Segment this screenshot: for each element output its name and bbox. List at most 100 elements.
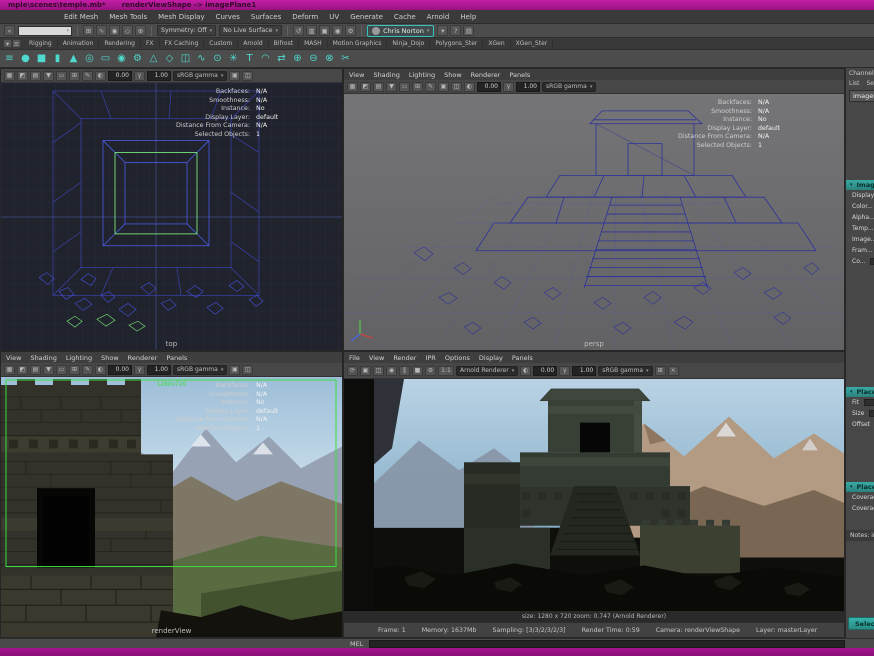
grease-pencil-icon[interactable]: ✎ <box>425 81 436 92</box>
panel-menu-item[interactable]: Shading <box>30 354 56 362</box>
panel-menu-item[interactable]: Show <box>101 354 119 362</box>
panel-menu-item[interactable]: Panels <box>509 71 530 79</box>
shelf-menu-icon[interactable]: ≡ <box>2 51 17 66</box>
attribute-row[interactable]: Co... <box>846 256 874 267</box>
section-header-placement[interactable]: ▾Placement <box>846 387 874 397</box>
node-tab[interactable]: imagePlane1 <box>849 90 874 102</box>
snap-curve-icon[interactable]: ∿ <box>96 25 107 36</box>
menu-item[interactable]: Surfaces <box>251 13 281 21</box>
polyCube-icon[interactable]: ■ <box>34 51 49 66</box>
shelf-tab[interactable]: Ninja_Dojo <box>387 39 431 48</box>
workspace-icon[interactable]: ▤ <box>463 25 475 36</box>
grease-pencil-icon[interactable]: ✎ <box>82 364 93 375</box>
panel-menu-item[interactable]: Shading <box>373 71 399 79</box>
attribute-row[interactable]: Fram... <box>846 245 874 256</box>
exposure-icon[interactable]: ◐ <box>464 81 475 92</box>
gamma-icon[interactable]: γ <box>134 70 145 81</box>
two-d-pan-zoom-icon[interactable]: ⊞ <box>412 81 423 92</box>
separate-icon[interactable]: ⊖ <box>306 51 321 66</box>
stop-render-icon[interactable]: ■ <box>412 365 423 376</box>
live-surface-dropdown[interactable]: No Live Surface ▾ <box>219 25 283 36</box>
gamma-field[interactable]: 1.00 <box>572 365 597 376</box>
attribute-row[interactable]: Coverage <box>846 492 874 503</box>
shelf-tab[interactable]: Animation <box>58 39 100 48</box>
exposure-field[interactable]: 0.00 <box>108 364 132 375</box>
gamma-icon[interactable]: γ <box>134 364 145 375</box>
menu-item[interactable]: Deform <box>292 13 318 21</box>
polyDisc-icon[interactable]: ◉ <box>114 51 129 66</box>
attribute-row[interactable]: Display <box>846 190 874 201</box>
attribute-row[interactable]: Size <box>846 408 874 419</box>
exposure-icon[interactable]: ◐ <box>520 365 532 376</box>
panel-menu-item[interactable]: View <box>6 354 21 362</box>
render-region-icon[interactable]: ▣ <box>360 365 371 376</box>
panel-menu-item[interactable]: Show <box>444 71 462 79</box>
multi-cut-icon[interactable]: ✂ <box>338 51 353 66</box>
snap-view-plane-icon[interactable]: ◇ <box>122 25 133 36</box>
select-button[interactable]: Select <box>848 617 874 630</box>
polyCone-icon[interactable]: ▲ <box>66 51 81 66</box>
sculpt-tool-icon[interactable]: ◠ <box>258 51 273 66</box>
attribute-value-field[interactable] <box>870 258 874 265</box>
gamma-field[interactable]: 1.00 <box>147 70 171 81</box>
panel-menu-item[interactable]: File <box>349 354 360 362</box>
resolution-gate-icon[interactable]: ◫ <box>242 70 254 81</box>
attribute-row[interactable]: Fit <box>846 397 874 408</box>
exposure-icon[interactable]: ◐ <box>95 364 106 375</box>
menu-item[interactable]: Cache <box>394 13 416 21</box>
snapshot-icon[interactable]: ◫ <box>373 365 384 376</box>
zoom-one-to-one-button[interactable]: 1:1 <box>438 365 454 376</box>
select-camera-icon[interactable]: ▦ <box>4 364 15 375</box>
shelf-tab[interactable]: Arnold <box>238 39 269 48</box>
polySuperShape-icon[interactable]: ✳ <box>226 51 241 66</box>
shelf-tab[interactable]: Custom <box>204 39 239 48</box>
camera-attributes-icon[interactable]: ▤ <box>373 81 384 92</box>
film-gate-icon[interactable]: ▣ <box>229 364 241 375</box>
redo-previous-render-icon[interactable]: ⟳ <box>347 365 358 376</box>
attribute-row[interactable]: Temp... <box>846 223 874 234</box>
rendercam-viewport-canvas[interactable]: 1280x720 Backfaces: N/A Smoothness: N/A … <box>1 377 342 637</box>
shelf-tab[interactable]: FX Caching <box>160 39 205 48</box>
attribute-row[interactable]: Image... <box>846 234 874 245</box>
panel-menu-item[interactable]: Renderer <box>128 354 158 362</box>
resolution-gate-icon[interactable]: ◫ <box>451 81 462 92</box>
exposure-field[interactable]: 0.00 <box>533 365 558 376</box>
panel-menu-item[interactable]: Lighting <box>409 71 435 79</box>
colorspace-dropdown[interactable]: sRGB gamma ▾ <box>173 70 228 81</box>
menu-set-dropdown[interactable]: ▾ <box>18 25 72 36</box>
panel-menu-item[interactable]: Renderer <box>471 71 501 79</box>
exposure-field[interactable]: 0.00 <box>477 81 501 92</box>
lock-camera-icon[interactable]: ◩ <box>17 70 28 81</box>
attribute-menu-item[interactable]: Selected <box>867 80 874 87</box>
ipr-render-icon[interactable]: ◉ <box>386 365 397 376</box>
shelf-tab[interactable]: Polygons_Ster <box>430 39 484 48</box>
shelf-tab-menu-icon[interactable]: ▾ <box>3 39 12 48</box>
film-gate-icon[interactable]: ▣ <box>229 70 241 81</box>
shelf-tab[interactable]: MASH <box>299 39 328 48</box>
boolean-icon[interactable]: ⊗ <box>322 51 337 66</box>
keep-image-icon[interactable]: ⊞ <box>654 365 666 376</box>
panel-menu-item[interactable]: Options <box>445 354 470 362</box>
snap-point-icon[interactable]: ◉ <box>109 25 120 36</box>
menu-item[interactable]: Generate <box>350 13 383 21</box>
bookmarks-icon[interactable]: ▼ <box>43 70 54 81</box>
polyTorus-icon[interactable]: ◎ <box>82 51 97 66</box>
image-plane-icon[interactable]: ▭ <box>56 70 67 81</box>
status-collapse-icon[interactable]: « <box>4 25 15 36</box>
two-d-pan-zoom-icon[interactable]: ⊞ <box>69 70 80 81</box>
top-viewport-canvas[interactable]: Backfaces: N/A Smoothness: N/A Instance:… <box>1 83 342 350</box>
mel-command-input[interactable] <box>369 639 845 648</box>
panel-menu-item[interactable]: Render <box>393 354 416 362</box>
select-camera-icon[interactable]: ▦ <box>4 70 15 81</box>
section-header-image-plane[interactable]: ▾Image Plane A... <box>846 180 874 190</box>
image-plane-icon[interactable]: ▭ <box>399 81 410 92</box>
attribute-value-field[interactable] <box>864 399 874 406</box>
render-settings-icon[interactable]: ⚙ <box>345 25 357 36</box>
menu-item[interactable]: Arnold <box>427 13 450 21</box>
make-live-icon[interactable]: ⊕ <box>135 25 146 36</box>
renderer-dropdown[interactable]: Arnold Renderer ▾ <box>456 365 519 376</box>
shelf-options-icon[interactable]: ≡ <box>12 39 21 48</box>
exposure-field[interactable]: 0.00 <box>108 70 132 81</box>
render-settings-icon[interactable]: ⚙ <box>425 365 436 376</box>
film-gate-icon[interactable]: ▣ <box>438 81 449 92</box>
